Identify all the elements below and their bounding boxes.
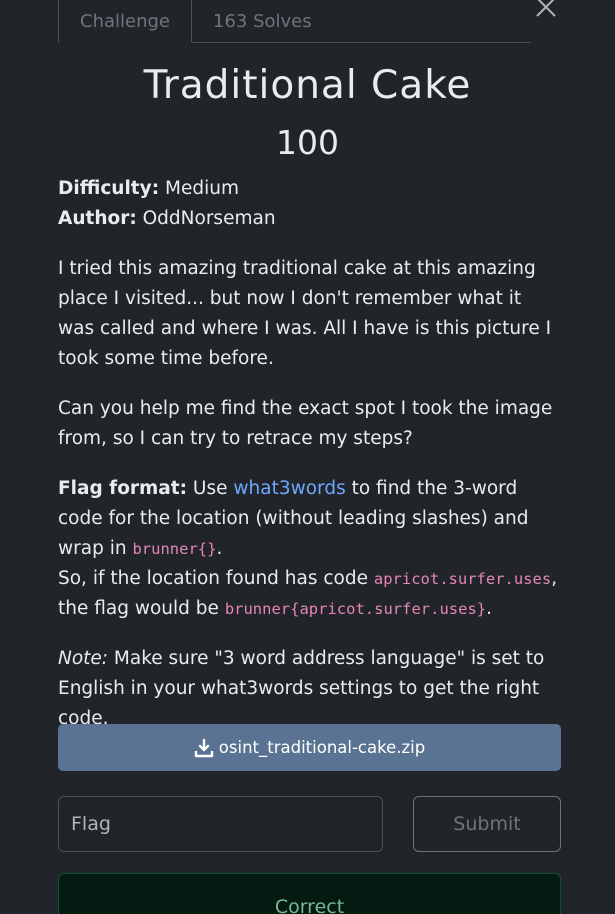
note-paragraph: Note: Make sure "3 word address language… [58,644,563,734]
description-paragraph-1: I tried this amazing traditional cake at… [58,258,552,369]
period: . [486,598,492,619]
flag-input[interactable] [58,796,383,852]
tab-solves[interactable]: 163 Solves [192,1,333,42]
challenge-meta: Difficulty: Medium Author: OddNorseman [58,174,563,234]
close-icon[interactable] [533,0,559,20]
author-label: Author: [58,208,137,229]
note-text: Make sure "3 word address language" is s… [58,648,545,729]
tab-challenge[interactable]: Challenge [58,0,192,43]
example-code: apricot.surfer.uses [373,570,552,588]
flag-wrapper-code: brunner{} [132,540,217,558]
download-filename: osint_traditional-cake.zip [218,738,426,757]
challenge-points: 100 [276,123,339,162]
note-label: Note: [58,648,109,669]
download-icon [194,738,213,757]
difficulty-row: Difficulty: Medium [58,174,563,204]
description-paragraph-2: Can you help me find the exact spot I to… [58,398,553,449]
difficulty-value: Medium [165,178,239,199]
author-value: OddNorseman [142,208,276,229]
challenge-tabs: Challenge 163 Solves [58,0,531,43]
challenge-title: Traditional Cake [143,63,472,108]
example-flag-code: brunner{apricot.surfer.uses} [224,600,487,618]
example-prefix: So, if the location found has code [58,568,368,589]
flag-format-label: Flag format: [58,478,188,499]
flag-format-paragraph: Flag format: Use what3words to find the … [58,474,563,624]
author-row: Author: OddNorseman [58,204,563,234]
use-text: Use [192,478,228,499]
what3words-link[interactable]: what3words [233,478,345,499]
correct-status-alert: Correct [58,873,561,914]
download-file-button[interactable]: osint_traditional-cake.zip [58,724,561,771]
difficulty-label: Difficulty: [58,178,160,199]
period: . [216,538,223,559]
submit-button[interactable]: Submit [413,796,561,852]
challenge-description: Difficulty: Medium Author: OddNorseman I… [58,174,563,754]
